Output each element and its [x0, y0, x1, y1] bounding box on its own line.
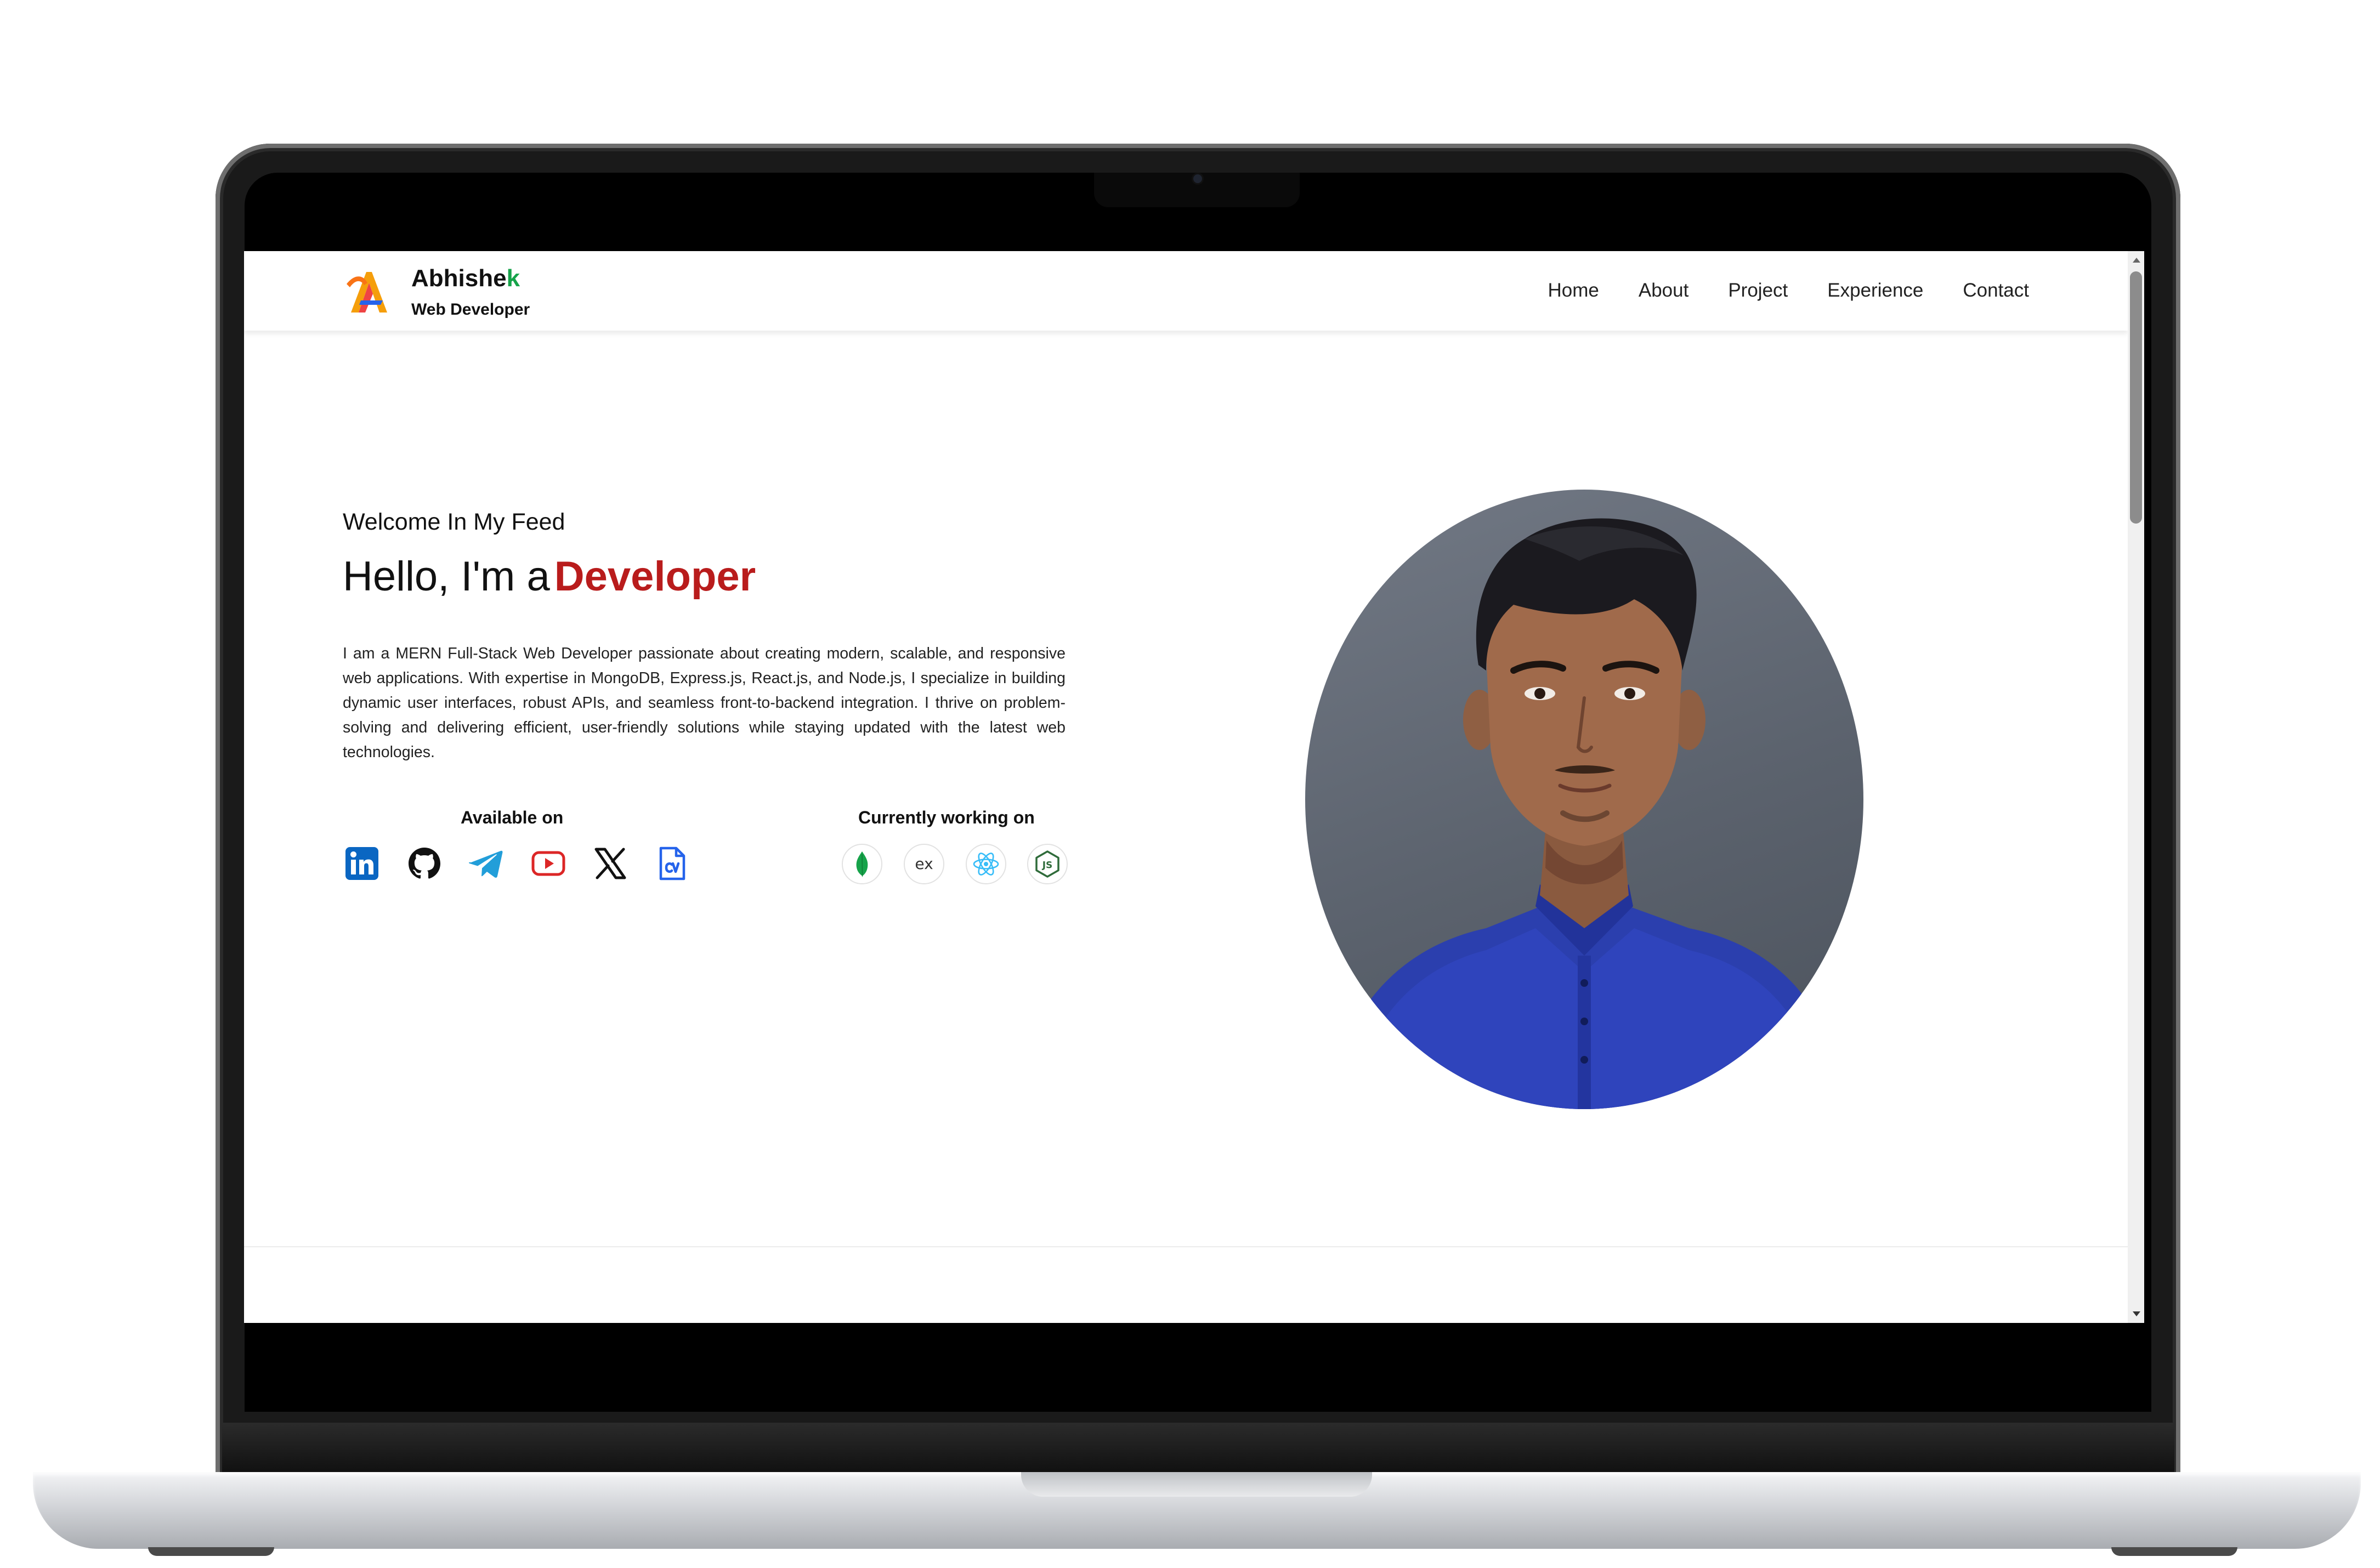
section-divider — [244, 1246, 2128, 1247]
nav-contact[interactable]: Contact — [1963, 280, 2029, 302]
website-screen: Abhishek Web Developer Home About Projec… — [244, 251, 2128, 1323]
available-on-title: Available on — [461, 808, 564, 827]
laptop-base-notch — [1021, 1472, 1372, 1497]
brand-name[interactable]: Abhishek — [411, 265, 520, 292]
nodejs-logo-text: JS — [1042, 860, 1053, 871]
nodejs-icon[interactable]: JS — [1027, 844, 1068, 884]
scrollbar-thumb[interactable] — [2130, 271, 2142, 524]
hero-greeting: Hello, I'm a — [343, 553, 550, 600]
brand-name-main: Abhishe — [411, 265, 507, 292]
react-icon[interactable] — [966, 844, 1006, 884]
laptop-hinge — [222, 1423, 2174, 1472]
express-logo-text: ex — [915, 855, 933, 873]
github-icon[interactable] — [405, 844, 444, 883]
main-nav: Home About Project Experience Contact — [1548, 280, 2029, 302]
linkedin-icon[interactable] — [343, 844, 381, 883]
scroll-down-arrow-icon[interactable] — [2133, 1311, 2140, 1316]
scroll-up-arrow-icon[interactable] — [2133, 258, 2140, 263]
youtube-icon[interactable] — [529, 844, 568, 883]
laptop-foot-left — [148, 1547, 274, 1556]
hero-heading: Hello, I'm a Developer — [343, 553, 756, 600]
hero-description: I am a MERN Full-Stack Web Developer pas… — [343, 645, 1066, 761]
camera-icon — [1193, 174, 1202, 183]
cv-icon[interactable] — [653, 844, 691, 883]
profile-photo — [1305, 490, 1863, 1109]
telegram-icon[interactable] — [467, 844, 506, 883]
laptop-foot-right — [2111, 1547, 2237, 1556]
brand-logo-icon[interactable] — [344, 266, 394, 316]
nav-experience[interactable]: Experience — [1827, 280, 1923, 302]
nav-about[interactable]: About — [1639, 280, 1688, 302]
hero-role: Developer — [554, 553, 756, 600]
express-icon[interactable]: ex — [904, 844, 944, 884]
navbar: Abhishek Web Developer Home About Projec… — [244, 251, 2128, 331]
mongodb-icon[interactable] — [842, 844, 882, 884]
nav-home[interactable]: Home — [1548, 280, 1599, 302]
nav-project[interactable]: Project — [1728, 280, 1788, 302]
brand-name-accent: k — [506, 265, 520, 292]
x-icon[interactable] — [591, 844, 630, 883]
brand-tagline: Web Developer — [411, 300, 530, 319]
welcome-text: Welcome In My Feed — [343, 509, 565, 535]
currently-working-title: Currently working on — [858, 808, 1035, 827]
